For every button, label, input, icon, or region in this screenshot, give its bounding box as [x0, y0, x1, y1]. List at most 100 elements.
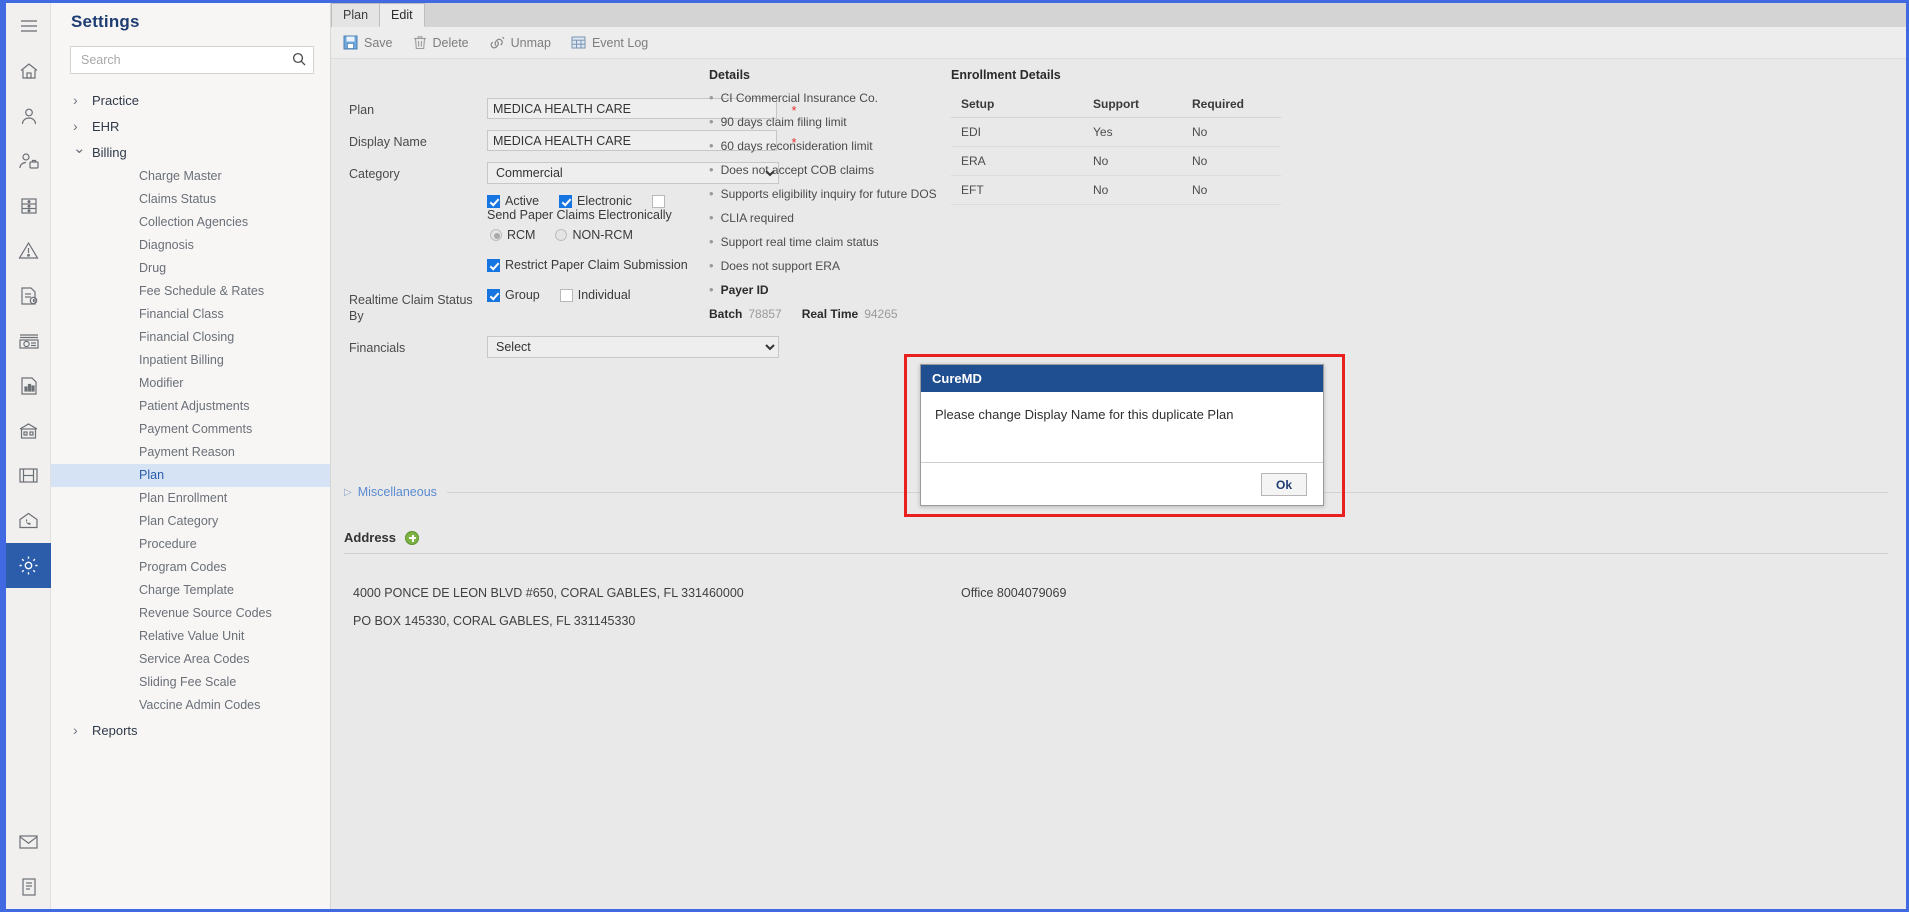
- reports-icon[interactable]: [6, 363, 51, 408]
- detail-bullet-text: Does not accept COB claims: [720, 163, 874, 177]
- claims-icon[interactable]: [6, 273, 51, 318]
- sidebar-item-charge-master[interactable]: Charge Master: [51, 165, 330, 188]
- nav-group-ehr[interactable]: › EHR: [51, 113, 330, 139]
- electronic-label[interactable]: Electronic: [577, 194, 632, 208]
- chevron-right-icon[interactable]: ›: [73, 92, 87, 108]
- nonrcm-label[interactable]: NON-RCM: [572, 228, 632, 242]
- trash-icon: [413, 35, 427, 50]
- nav-group-billing[interactable]: ⌄ Billing: [51, 139, 330, 165]
- rcm-label[interactable]: RCM: [507, 228, 535, 242]
- search-icon[interactable]: [292, 52, 306, 71]
- delete-button[interactable]: Delete: [413, 35, 469, 50]
- electronic-checkbox[interactable]: [559, 194, 573, 208]
- table-cell: EFT: [951, 175, 1083, 205]
- mail-icon[interactable]: [6, 819, 51, 864]
- chevron-right-icon[interactable]: ›: [73, 722, 87, 738]
- left-icon-rail: [6, 3, 51, 909]
- individual-label[interactable]: Individual: [578, 288, 631, 302]
- save-button[interactable]: Save: [343, 35, 393, 50]
- send-checkbox[interactable]: [651, 194, 665, 208]
- detail-bullet: • Does not accept COB claims: [709, 163, 949, 177]
- plan-label: Plan: [349, 103, 375, 117]
- sidebar-item-revenue-source-codes[interactable]: Revenue Source Codes: [51, 602, 330, 625]
- search-input[interactable]: [70, 46, 314, 74]
- unmap-button[interactable]: Unmap: [489, 36, 551, 50]
- detail-bullet: • Support real time claim status: [709, 235, 949, 249]
- provider-icon[interactable]: [6, 138, 51, 183]
- sidebar-item-sliding-fee-scale[interactable]: Sliding Fee Scale: [51, 671, 330, 694]
- nonrcm-radio[interactable]: [555, 229, 568, 241]
- table-cell: No: [1083, 175, 1182, 205]
- settings-gear-icon[interactable]: [6, 543, 51, 588]
- detail-bullet-text: Does not support ERA: [720, 259, 840, 273]
- financials-select[interactable]: Select: [487, 336, 779, 358]
- sidebar-item-drug[interactable]: Drug: [51, 257, 330, 280]
- alerts-icon[interactable]: [6, 228, 51, 273]
- schedule-icon[interactable]: [6, 183, 51, 228]
- restrict-checkbox[interactable]: [487, 258, 500, 272]
- sidebar-item-financial-class[interactable]: Financial Class: [51, 303, 330, 326]
- detail-bullet: • 90 days claim filing limit: [709, 115, 949, 129]
- sidebar-item-inpatient-billing[interactable]: Inpatient Billing: [51, 349, 330, 372]
- nav-group-practice[interactable]: › Practice: [51, 87, 330, 113]
- sidebar-item-service-area-codes[interactable]: Service Area Codes: [51, 648, 330, 671]
- nav-group-reports[interactable]: › Reports: [51, 717, 330, 743]
- sidebar-item-payment-reason[interactable]: Payment Reason: [51, 441, 330, 464]
- table-cell: No: [1182, 117, 1281, 147]
- sidebar-item-plan-category[interactable]: Plan Category: [51, 510, 330, 533]
- sidebar-item-relative-value-unit[interactable]: Relative Value Unit: [51, 625, 330, 648]
- media-icon[interactable]: [6, 453, 51, 498]
- ok-button[interactable]: Ok: [1261, 473, 1307, 496]
- chevron-down-icon[interactable]: ⌄: [73, 139, 87, 157]
- group-checkbox[interactable]: [487, 288, 500, 302]
- individual-checkbox[interactable]: [559, 288, 573, 302]
- restrict-label[interactable]: Restrict Paper Claim Submission: [505, 258, 688, 272]
- sidebar-item-plan[interactable]: Plan: [6, 464, 330, 487]
- sidebar-item-vaccine-admin-codes[interactable]: Vaccine Admin Codes: [51, 694, 330, 717]
- sidebar-item-diagnosis[interactable]: Diagnosis: [51, 234, 330, 257]
- active-checkbox[interactable]: [487, 194, 500, 208]
- active-label[interactable]: Active: [505, 194, 539, 208]
- sidebar-item-program-codes[interactable]: Program Codes: [51, 556, 330, 579]
- detail-bullet: • 60 days reconsideration limit: [709, 139, 949, 153]
- sidebar-item-modifier[interactable]: Modifier: [51, 372, 330, 395]
- enrollment-header-row: Setup Support Required: [951, 91, 1281, 118]
- add-circle-icon[interactable]: [405, 530, 420, 545]
- enrollment-table: Setup Support Required EDI Yes No ERA No No EFT N…: [951, 91, 1281, 205]
- notes-icon[interactable]: [6, 864, 51, 909]
- payments-icon[interactable]: [6, 318, 51, 363]
- details-bullet-list: • CI Commercial Insurance Co. • 90 days cla…: [709, 91, 949, 297]
- column-header: Required: [1182, 91, 1281, 118]
- send-label[interactable]: Send Paper Claims Electronically: [487, 208, 672, 222]
- group-label[interactable]: Group: [505, 288, 540, 302]
- rcm-radio[interactable]: [490, 229, 502, 241]
- toolbar-label: Unmap: [510, 35, 551, 50]
- bullet-dot-icon: •: [709, 90, 714, 105]
- sidebar-item-collection-agencies[interactable]: Collection Agencies: [51, 211, 330, 234]
- event-log-button[interactable]: Event Log: [571, 36, 648, 50]
- sidebar-item-claims-status[interactable]: Claims Status: [51, 188, 330, 211]
- tab-edit[interactable]: Edit: [379, 3, 425, 27]
- sidebar-item-fee-schedule-rates[interactable]: Fee Schedule & Rates: [51, 280, 330, 303]
- address-text: 4000 PONCE DE LEON BLVD #650, CORAL GABL…: [353, 586, 744, 600]
- patient-icon[interactable]: [6, 93, 51, 138]
- sidebar-item-charge-template[interactable]: Charge Template: [51, 579, 330, 602]
- tab-plan[interactable]: Plan: [331, 3, 381, 27]
- sidebar-item-plan-enrollment[interactable]: Plan Enrollment: [51, 487, 330, 510]
- hamburger-menu-icon[interactable]: [6, 3, 51, 48]
- sidebar-item-procedure[interactable]: Procedure: [51, 533, 330, 556]
- sidebar-item-patient-adjustments[interactable]: Patient Adjustments: [51, 395, 330, 418]
- home-icon[interactable]: [6, 48, 51, 93]
- practice-icon[interactable]: [6, 408, 51, 453]
- address-office-phone: Office 8004079069: [961, 586, 1067, 600]
- telehealth-icon[interactable]: [6, 498, 51, 543]
- chevron-right-icon[interactable]: ›: [73, 118, 87, 134]
- bullet-dot-icon: •: [709, 186, 714, 201]
- sidebar-item-financial-closing[interactable]: Financial Closing: [51, 326, 330, 349]
- miscellaneous-label[interactable]: Miscellaneous: [358, 485, 437, 499]
- batch-label: Batch: [709, 307, 743, 321]
- triangle-right-icon[interactable]: ▷: [344, 487, 352, 498]
- toolbar-label: Save: [364, 35, 393, 50]
- sidebar-item-payment-comments[interactable]: Payment Comments: [51, 418, 330, 441]
- address-row: PO BOX 145330, CORAL GABLES, FL 33114533…: [353, 607, 1888, 635]
